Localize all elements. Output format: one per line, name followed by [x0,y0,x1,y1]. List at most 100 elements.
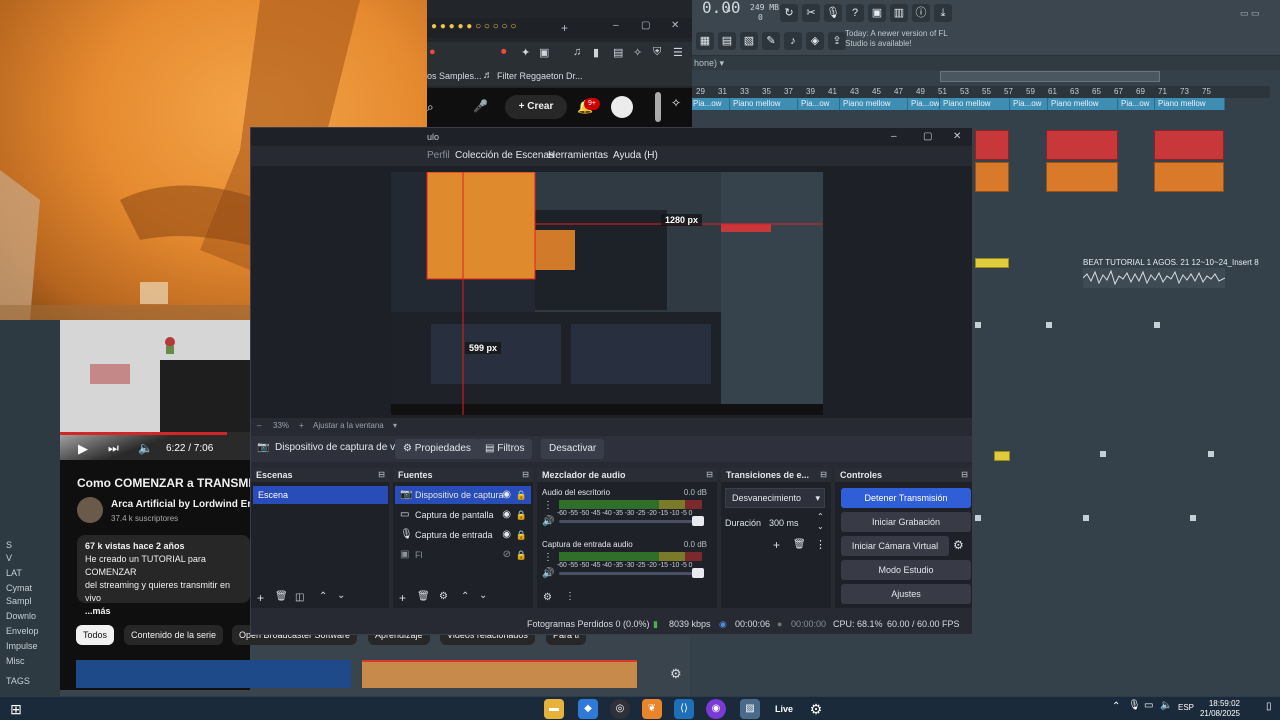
playlist-clip[interactable]: Piano mellow [1048,98,1118,110]
volume-knob[interactable] [692,516,704,526]
next-icon[interactable]: ⏭ [108,441,119,456]
browser-folder[interactable]: LAT [6,568,22,578]
channel-menu-icon[interactable]: ⋮ [543,552,553,563]
add-transition-icon[interactable]: + [773,538,780,552]
fl-cut-icon[interactable]: ✂ [802,4,820,22]
filters-button[interactable]: ▤ Filtros [477,439,533,459]
tray-arrow-icon[interactable]: ⌃ [1112,701,1120,712]
record-icon[interactable]: ⏺ [501,46,507,59]
volume-knob[interactable] [692,568,704,578]
fl-plugin-icon[interactable]: ✎ [762,32,780,50]
audio-waveform[interactable] [1083,268,1225,288]
dock-settings-icon[interactable]: ⊟ [706,468,713,482]
fl-save-icon[interactable]: ▣ [868,4,886,22]
source-item-capture-device[interactable]: 📷 Dispositivo de captura ◉ 🔒 [395,486,531,504]
browser-icon[interactable]: ◉ [706,699,726,719]
obs-title-bar[interactable]: ulo – ▢ ✕ [251,128,972,146]
show-more[interactable]: ...más [85,605,242,618]
browser-folder[interactable]: Downlo [6,611,36,621]
fl-mic-icon[interactable]: 🎙 [824,4,842,22]
dock-settings-icon[interactable]: ⊟ [961,468,968,482]
play-icon[interactable]: ▶ [78,441,88,457]
transition-select[interactable]: Desvanecimiento ▾ [725,488,825,508]
playlist-clip[interactable]: Pia...ow [690,98,730,110]
lock-icon[interactable]: 🔒 [516,486,527,504]
volume-slider[interactable] [559,572,695,575]
sparkle-icon[interactable]: ✧ [671,96,681,110]
fl-info-icon[interactable]: ⓘ [912,4,930,22]
pattern-clip[interactable] [975,130,1009,160]
dock-settings-icon[interactable]: ⊟ [522,468,529,482]
bookmark-samples[interactable]: os Samples... [427,71,482,81]
pattern-marker[interactable] [975,322,981,328]
windows-start-icon[interactable]: ⊞ [6,699,26,719]
audio-clip-label[interactable]: BEAT TUTORIAL 1 AGOS. 21 12~10~24_Insert… [1083,258,1259,267]
pattern-clip[interactable] [975,162,1009,192]
eye-icon[interactable]: ◉ [502,506,511,524]
playlist-clip[interactable]: Pia...ow [798,98,840,110]
app-icon[interactable]: ◆ [578,699,598,719]
playlist-clip[interactable]: Pia...ow [908,98,940,110]
channel-avatar[interactable] [77,497,103,523]
obs-close-icon[interactable]: ✕ [953,128,961,146]
pattern-clip[interactable] [1154,162,1224,192]
menu-scene-collection[interactable]: Colección de Escenas [455,146,554,166]
puzzle-icon[interactable]: ✦ [521,46,530,59]
speaker-icon[interactable]: 🔊 [542,516,554,527]
source-up-icon[interactable]: ⌃ [461,591,469,602]
maximize-icon[interactable]: ▢ [641,20,650,31]
pattern-marker[interactable] [1190,515,1196,521]
eye-icon[interactable]: ◉ [502,526,511,544]
shield-icon[interactable]: ⛨ [653,46,661,59]
new-tab-icon[interactable]: + [561,21,568,35]
duration-input[interactable]: 300 ms [767,514,813,532]
photo-icon[interactable]: ▨ [740,699,760,719]
browser-folder[interactable]: Cymat [6,583,32,593]
deactivate-button[interactable]: Desactivar [541,439,605,459]
search-icon[interactable]: ⌕ [427,100,434,115]
browser-folder[interactable]: Envelop [6,626,39,636]
properties-button[interactable]: ⚙ Propiedades [395,439,479,459]
obs-maximize-icon[interactable]: ▢ [923,128,932,146]
obs-minimize-icon[interactable]: – [891,128,897,146]
scene-down-icon[interactable]: ⌄ [337,590,345,601]
dock-settings-icon[interactable]: ⊟ [820,468,827,482]
mixer-settings-icon[interactable]: ⚙ [543,592,552,603]
music-icon[interactable]: ♫ [573,46,581,58]
pattern-marker[interactable] [1100,451,1106,457]
tray-volume-icon[interactable]: 🔈 [1160,700,1172,711]
tray-network-icon[interactable]: ▭ [1144,700,1153,711]
add-scene-icon[interactable]: + [257,591,264,605]
settings-button[interactable]: Ajustes [841,584,971,604]
duration-stepper-icon[interactable]: ⌃ ⌄ [817,512,824,532]
fl-sample-icon[interactable]: ♪ [784,32,802,50]
avatar[interactable] [611,96,633,118]
browser-folder[interactable]: TAGS [6,676,30,686]
filter-chip[interactable]: Contenido de la serie [124,625,224,645]
clock[interactable]: 18:59:02 21/08/2025 [1196,699,1240,719]
pattern-marker[interactable] [1154,322,1160,328]
playlist-scrollbar[interactable] [940,71,1160,82]
pattern-marker[interactable] [1046,322,1052,328]
tray-mic-icon[interactable]: 🎙 [1128,700,1141,711]
obs-icon[interactable]: ◎ [610,699,630,719]
settings-icon[interactable]: ⚙ [806,699,826,719]
pattern-clip[interactable] [1046,162,1118,192]
lock-icon[interactable]: 🔒 [516,546,527,564]
source-item-screen-capture[interactable]: ▭ Captura de pantalla ◉ 🔒 [395,506,531,524]
menu-tools[interactable]: Herramientas [548,146,608,166]
minimize-icon[interactable]: – [613,20,619,31]
menu-perfil[interactable]: Perfil [427,146,450,166]
pattern-clip[interactable] [1046,130,1118,160]
playlist-clip[interactable]: Pia...ow [1118,98,1155,110]
settings-gear-icon[interactable]: ⚙ [670,666,682,682]
volume-slider[interactable] [559,520,695,523]
fl-news-panel[interactable]: Today: A newer version of FL Studio is a… [845,29,955,49]
wallet-icon[interactable]: ▤ [613,46,623,59]
tab-favicons[interactable]: ● ● ● ● ● ○ ○ ○ ○ ○ [431,21,516,32]
zoom-dropdown-icon[interactable]: ▾ [393,418,397,434]
fl-browser-icon[interactable]: ▧ [740,32,758,50]
scene-item[interactable]: Escena [253,486,388,504]
volume-icon[interactable]: 🔈 [138,441,153,455]
filter-chip[interactable]: Todos [76,625,115,645]
